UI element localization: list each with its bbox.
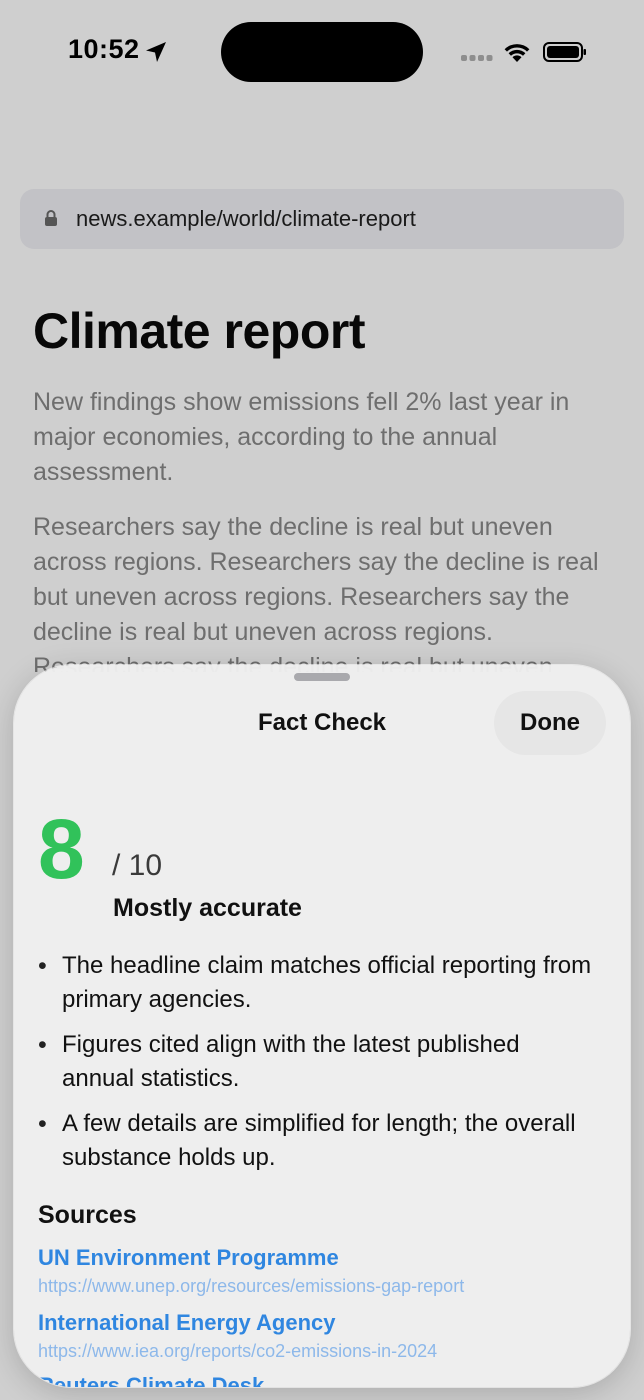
source-url[interactable]: https://www.unep.org/resources/emissions… <box>38 1273 464 1299</box>
battery-icon <box>543 42 586 62</box>
source-link[interactable]: International Energy Agency https://www.… <box>38 1310 437 1364</box>
cellular-signal-icon <box>461 55 493 61</box>
done-button[interactable]: Done <box>494 691 606 755</box>
bullet: • <box>38 952 47 980</box>
article-paragraph: New findings show emissions fell 2% last… <box>33 388 570 486</box>
dynamic-island <box>221 22 423 82</box>
wifi-icon <box>504 44 530 62</box>
findings-list: • The headline claim matches official re… <box>38 949 598 1186</box>
source-url[interactable]: https://www.iea.org/reports/co2-emission… <box>38 1338 437 1364</box>
source-name[interactable]: UN Environment Programme <box>38 1245 464 1271</box>
score-value: 8 <box>38 802 85 896</box>
sheet-grabber[interactable] <box>294 673 350 681</box>
finding-text: Figures cited align with the latest publ… <box>62 1031 520 1092</box>
status-bar: 10:52 <box>0 0 644 110</box>
bullet: • <box>38 1031 47 1059</box>
finding-text: The headline claim matches official repo… <box>62 952 592 1013</box>
score-max: / 10 <box>112 849 163 882</box>
source-name[interactable]: Reuters Climate Desk <box>38 1373 264 1387</box>
bullet: • <box>38 1110 47 1138</box>
article-paragraph: Researchers say the decline is real but … <box>33 513 599 672</box>
status-time: 10:52 <box>68 34 140 64</box>
article-title: Climate report <box>33 303 365 359</box>
list-item: • Figures cited align with the latest pu… <box>38 1028 598 1096</box>
fact-check-sheet: Fact Check Done 8 / 10 Mostly accurate •… <box>14 665 630 1387</box>
list-item: • The headline claim matches official re… <box>38 949 598 1017</box>
source-link[interactable]: Reuters Climate Desk <box>38 1373 264 1387</box>
list-item: • A few details are simplified for lengt… <box>38 1107 598 1175</box>
sources-heading: Sources <box>38 1201 137 1229</box>
location-arrow-icon <box>146 42 166 62</box>
address-bar[interactable]: news.example/world/climate-report <box>20 189 624 249</box>
source-name[interactable]: International Energy Agency <box>38 1310 437 1336</box>
url-text: news.example/world/climate-report <box>76 206 416 231</box>
finding-text: A few details are simplified for length;… <box>62 1110 576 1171</box>
source-link[interactable]: UN Environment Programme https://www.une… <box>38 1245 464 1299</box>
score-label: Mostly accurate <box>113 894 302 922</box>
lock-icon <box>45 210 57 226</box>
